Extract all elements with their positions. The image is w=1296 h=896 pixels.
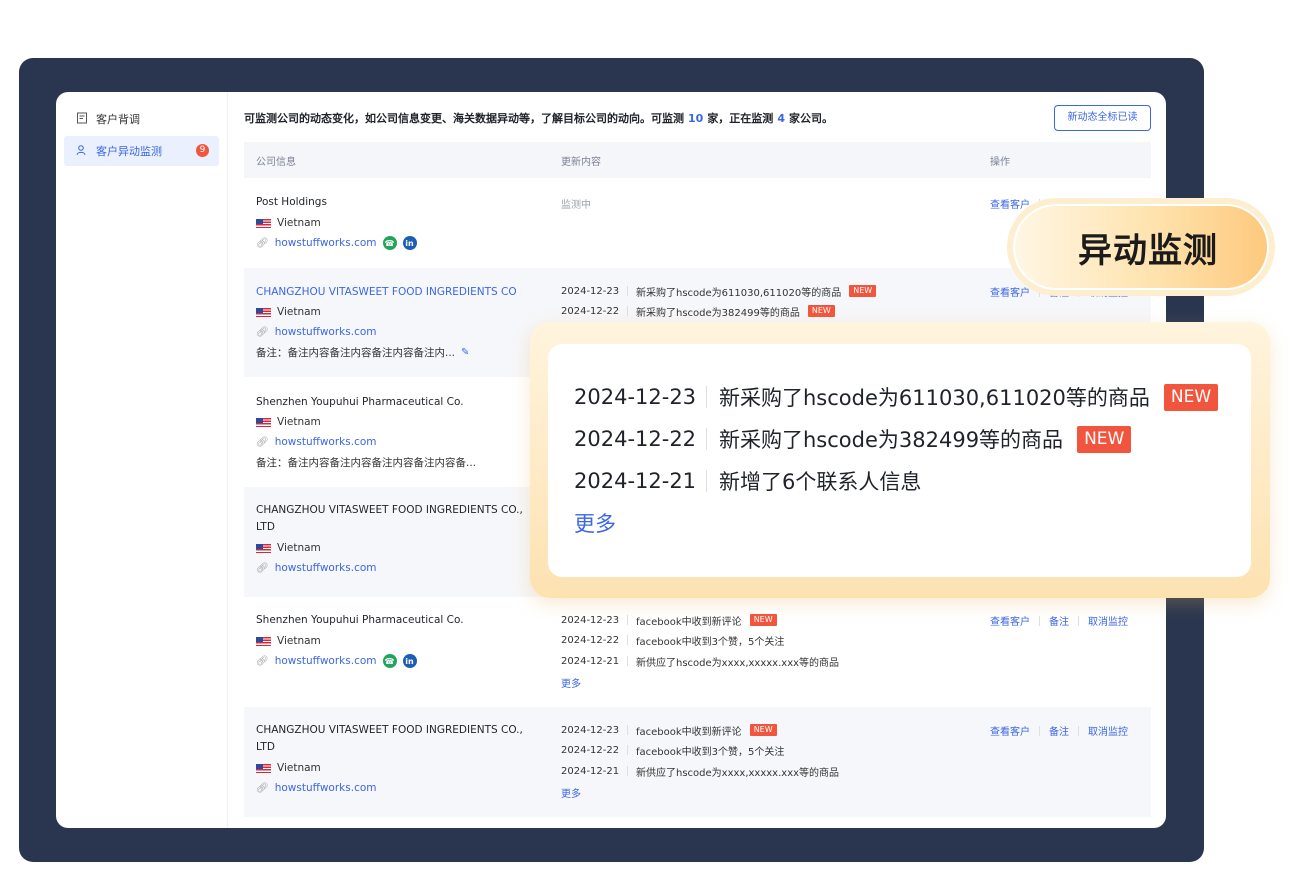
table-header: 公司信息 更新内容 操作 xyxy=(244,142,1151,178)
us-flag-icon xyxy=(256,417,271,427)
link-icon: 🔗︎ xyxy=(256,326,269,338)
us-flag-icon xyxy=(256,218,271,228)
table-row: CHANGZHOU VITASWEET FOOD INGREDIENTS CO.… xyxy=(244,707,1151,817)
update-item: 2024-12-22 facebook中收到3个赞，5个关注 xyxy=(561,634,785,648)
sidebar-item-anomaly-monitor[interactable]: 客户异动监测 9 xyxy=(64,136,219,166)
update-item: 2024-12-23 facebook中收到新评论 NEW xyxy=(561,611,777,629)
link-icon: 🔗︎ xyxy=(256,562,269,574)
view-customer-link[interactable]: 查看客户 xyxy=(990,613,1030,628)
company-country: Vietnam xyxy=(256,304,321,320)
update-item: 2024-12-22 facebook中收到3个赞，5个关注 xyxy=(561,744,785,758)
update-item: 2024-12-23 新采购了hscode为611030,611020等的商品 N… xyxy=(561,282,877,300)
info-text: 家，正在监测 xyxy=(707,112,774,125)
link-icon: 🔗︎ xyxy=(256,436,269,448)
sidebar-item-label: 客户异动监测 xyxy=(96,145,162,158)
sidebar-item-customer-research[interactable]: 客户背调 xyxy=(64,104,219,134)
company-name[interactable]: Shenzhen Youpuhui Pharmaceutical Co. xyxy=(256,394,541,411)
new-badge: NEW xyxy=(749,614,777,626)
new-badge: NEW xyxy=(749,724,777,736)
more-link[interactable]: 更多 xyxy=(561,785,581,800)
new-badge: NEW xyxy=(849,285,877,297)
sidebar: 客户背调 客户异动监测 9 xyxy=(56,92,228,828)
company-website[interactable]: 🔗︎ howstuffworks.com ☎ in xyxy=(256,653,417,669)
company-name[interactable]: Shenzhen Youpuhui Pharmaceutical Co. xyxy=(256,612,541,629)
column-header: 操作 xyxy=(990,156,1010,168)
column-header: 更新内容 xyxy=(561,156,601,168)
cancel-monitor-link[interactable]: 取消监控 xyxy=(1088,723,1128,738)
monitor-status: 监测中 xyxy=(561,200,591,211)
whatsapp-icon[interactable]: ☎ xyxy=(382,654,397,668)
company-country: Vietnam xyxy=(256,633,321,649)
us-flag-icon xyxy=(256,763,271,773)
link-icon: 🔗︎ xyxy=(256,237,269,249)
company-country: Vietnam xyxy=(256,760,321,776)
note-link[interactable]: 备注 xyxy=(1049,723,1069,738)
count-badge: 9 xyxy=(196,144,209,157)
monitor-limit: 10 xyxy=(688,111,704,125)
view-customer-link[interactable]: 查看客户 xyxy=(990,723,1030,738)
update-item: 2024-12-23 facebook中收到新评论 NEW xyxy=(561,721,777,739)
users-icon xyxy=(76,144,90,158)
row-actions: 查看客户 备注 取消监控 xyxy=(990,723,1128,738)
update-item: 2024-12-21 新供应了hscode为xxxx,xxxxx.xxx等的商品 xyxy=(561,655,840,669)
callout-popup xyxy=(548,344,1251,577)
new-badge: NEW xyxy=(1077,425,1132,453)
us-flag-icon xyxy=(256,307,271,317)
company-country: Vietnam xyxy=(256,414,321,430)
callout-more-link[interactable]: 更多 xyxy=(574,508,616,538)
update-item: 2024-12-22 新采购了hscode为382499等的商品 NEW xyxy=(561,302,835,320)
info-bar: 可监测公司的动态变化，如公司信息变更、海关数据异动等，了解目标公司的动向。可监测… xyxy=(244,105,1151,131)
company-note: 备注：备注内容备注内容备注内容备注内容备... xyxy=(256,456,477,469)
column-header: 公司信息 xyxy=(256,156,296,168)
sidebar-item-label: 客户背调 xyxy=(96,113,140,126)
note-link[interactable]: 备注 xyxy=(1049,613,1069,628)
table-row: Shenzhen Youpuhui Pharmaceutical Co. Vie… xyxy=(244,597,1151,707)
company-country: Vietnam xyxy=(256,215,321,231)
whatsapp-icon[interactable]: ☎ xyxy=(382,236,397,250)
info-text: 可监测公司的动态变化，如公司信息变更、海关数据异动等，了解目标公司的动向。可监测 xyxy=(244,112,684,125)
us-flag-icon xyxy=(256,636,271,646)
view-customer-link[interactable]: 查看客户 xyxy=(990,284,1030,299)
company-website[interactable]: 🔗︎ howstuffworks.com xyxy=(256,324,377,340)
company-name[interactable]: CHANGZHOU VITASWEET FOOD INGREDIENTS CO.… xyxy=(256,502,541,536)
company-name[interactable]: Post Holdings xyxy=(256,194,541,211)
company-name[interactable]: CHANGZHOU VITASWEET FOOD INGREDIENTS CO xyxy=(256,284,541,301)
company-website[interactable]: 🔗︎ howstuffworks.com xyxy=(256,434,377,450)
callout-update-item: 2024-12-21 新增了6个联系人信息 xyxy=(574,469,922,494)
document-icon xyxy=(76,112,90,126)
new-badge: NEW xyxy=(807,305,835,317)
company-website[interactable]: 🔗︎ howstuffworks.com xyxy=(256,560,377,576)
edit-icon[interactable]: ✎ xyxy=(461,347,469,358)
cancel-monitor-link[interactable]: 取消监控 xyxy=(1088,613,1128,628)
company-country: Vietnam xyxy=(256,540,321,556)
us-flag-icon xyxy=(256,543,271,553)
company-note: 备注：备注内容备注内容备注内容备注内... ✎ xyxy=(256,346,470,359)
callout-update-item: 2024-12-22 新采购了hscode为382499等的商品 NEW xyxy=(574,424,1132,454)
company-name[interactable]: CHANGZHOU VITASWEET FOOD INGREDIENTS CO.… xyxy=(256,722,541,756)
linkedin-icon[interactable]: in xyxy=(402,236,417,250)
info-text: 家公司。 xyxy=(788,112,833,125)
row-actions: 查看客户 备注 取消监控 xyxy=(990,613,1128,628)
linkedin-icon[interactable]: in xyxy=(402,654,417,668)
mark-all-read-button[interactable]: 新动态全标已读 xyxy=(1054,105,1151,131)
update-item: 2024-12-21 新供应了hscode为xxxx,xxxxx.xxx等的商品 xyxy=(561,765,840,779)
monitoring-count: 4 xyxy=(777,111,785,125)
more-link[interactable]: 更多 xyxy=(561,675,581,690)
company-website[interactable]: 🔗︎ howstuffworks.com xyxy=(256,780,377,796)
link-icon: 🔗︎ xyxy=(256,782,269,794)
new-badge: NEW xyxy=(1163,383,1219,411)
callout-update-item: 2024-12-23 新采购了hscode为611030,611020等的商品 N… xyxy=(574,382,1219,412)
company-website[interactable]: 🔗︎ howstuffworks.com ☎ in xyxy=(256,235,417,251)
callout-title: 异动监测 xyxy=(1013,204,1269,290)
link-icon: 🔗︎ xyxy=(256,655,269,667)
